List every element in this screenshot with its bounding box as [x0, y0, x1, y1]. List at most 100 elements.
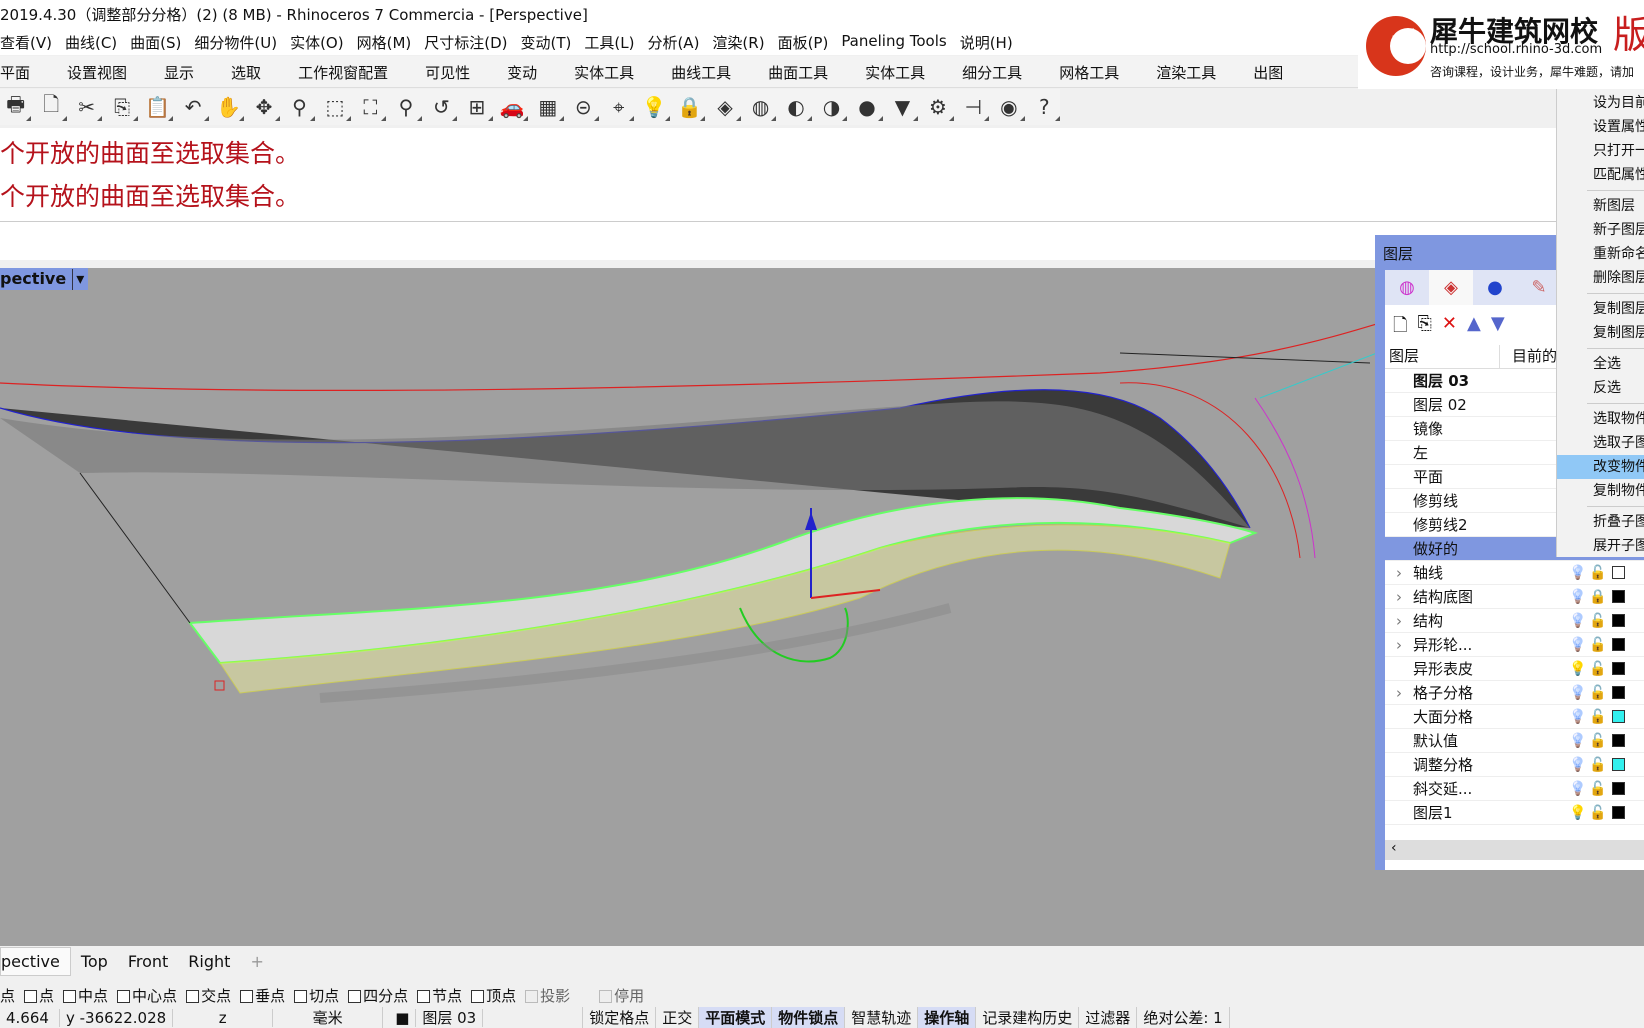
checkbox[interactable]	[599, 989, 613, 1003]
layer-row[interactable]: 大面分格 💡 🔓	[1385, 705, 1644, 729]
osnap-disable[interactable]: 停用	[599, 985, 644, 1006]
light-bulb-icon[interactable]: 💡	[1568, 589, 1588, 605]
layer-color-swatch[interactable]	[1612, 638, 1625, 651]
light-bulb-icon[interactable]: 💡	[1568, 733, 1588, 749]
viewport-name[interactable]: pective	[0, 269, 66, 290]
layers-tab-icon[interactable]: ◈	[1429, 270, 1473, 305]
layer-row[interactable]: 斜交延... 💡 🔓	[1385, 777, 1644, 801]
grid-icon[interactable]: ▦	[532, 93, 564, 121]
context-menu-item[interactable]: 匹配属性	[1557, 163, 1644, 187]
layer-color-swatch[interactable]	[1612, 806, 1625, 819]
lock-closed-icon[interactable]: 🔒	[1588, 589, 1608, 605]
print-icon[interactable]: 🖶	[0, 92, 32, 121]
context-menu-item[interactable]: 重新命名	[1557, 242, 1644, 266]
layer-icon[interactable]: ◈	[709, 93, 742, 121]
checkbox[interactable]	[117, 989, 131, 1003]
toolbar-tab[interactable]: 平面	[0, 62, 30, 87]
menu-item[interactable]: 曲线(C)	[65, 32, 117, 55]
pan-hand-icon[interactable]: ✋	[213, 93, 245, 121]
shaded-sphere-icon[interactable]: ◐	[780, 93, 813, 121]
context-menu-item[interactable]: 只打开一	[1557, 139, 1644, 163]
help-icon[interactable]: ?	[1029, 93, 1061, 121]
wire-sphere-icon[interactable]: ◑	[816, 93, 848, 121]
layer-row[interactable]: › 结构 💡 🔓	[1385, 609, 1644, 633]
gear-icon[interactable]: ⚙	[922, 93, 955, 121]
light-bulb-icon[interactable]: 💡	[1568, 613, 1588, 629]
toolbar-tab[interactable]: 设置视图	[67, 62, 127, 87]
light-bulb-icon[interactable]: 💡	[1568, 685, 1588, 701]
car-icon[interactable]: 🚗	[497, 93, 529, 121]
lock-open-icon[interactable]: 🔓	[1588, 685, 1608, 701]
cone-icon[interactable]: ▼	[887, 93, 919, 121]
layer-color-swatch[interactable]	[1612, 614, 1625, 627]
checkbox[interactable]	[348, 989, 362, 1003]
expand-icon[interactable]: ›	[1385, 564, 1413, 582]
osnap-end-label[interactable]: 点	[0, 985, 15, 1006]
add-viewport-tab-button[interactable]: +	[240, 948, 273, 975]
menu-item[interactable]: 变动(T)	[521, 32, 572, 55]
osnap-2[interactable]: 中心点	[117, 985, 177, 1006]
copy-icon[interactable]: ⎘	[106, 93, 139, 121]
menu-item[interactable]: 渲染(R)	[712, 32, 764, 55]
toolbar-tab[interactable]: 渲染工具	[1156, 62, 1216, 87]
column-current[interactable]: 目前的	[1499, 345, 1557, 368]
status-toggle[interactable]: 平面模式	[699, 1007, 773, 1028]
toolbar-tab[interactable]: 工作视窗配置	[298, 62, 388, 87]
context-menu-item[interactable]: 选取物件	[1557, 407, 1644, 431]
osnap-3[interactable]: 交点	[186, 985, 231, 1006]
menu-item[interactable]: 尺寸标注(D)	[424, 32, 507, 55]
new-sublayer-icon[interactable]: ⎘	[1417, 313, 1431, 337]
layer-row[interactable]: 调整分格 💡 🔓	[1385, 753, 1644, 777]
checkbox[interactable]	[240, 989, 254, 1003]
light-bulb-icon[interactable]: 💡	[1568, 757, 1588, 773]
status-toggle[interactable]: 智慧轨迹	[845, 1007, 919, 1028]
expand-icon[interactable]: ›	[1385, 612, 1413, 630]
toolbar-tab[interactable]: 选取	[231, 62, 261, 87]
checkbox[interactable]	[24, 989, 38, 1003]
toolbar-tab[interactable]: 出图	[1253, 62, 1283, 87]
toolbar-tab[interactable]: 变动	[507, 62, 537, 87]
lock-open-icon[interactable]: 🔓	[1588, 709, 1608, 725]
move-up-icon[interactable]: ▲	[1467, 313, 1481, 337]
viewport-menu-arrow-icon[interactable]: ▾	[72, 269, 84, 290]
zoom-extents-icon[interactable]: ⛶	[355, 93, 387, 121]
layer-color-swatch[interactable]	[1612, 566, 1625, 579]
lock-open-icon[interactable]: 🔓	[1588, 805, 1608, 821]
viewport-tab[interactable]: Front	[118, 948, 178, 975]
osnap-project[interactable]: 投影	[525, 985, 570, 1006]
zoom-selected-icon[interactable]: ⚲	[390, 93, 423, 121]
status-toggle[interactable]: 操作轴	[918, 1007, 977, 1028]
menu-item[interactable]: 工具(L)	[584, 32, 634, 55]
light-bulb-icon[interactable]: 💡	[1568, 781, 1588, 797]
layer-color-swatch[interactable]	[1612, 782, 1625, 795]
context-menu-item[interactable]: 反选	[1557, 376, 1644, 400]
menu-item[interactable]: Paneling Tools	[841, 32, 946, 55]
menu-item[interactable]: 查看(V)	[0, 32, 52, 55]
light-bulb-icon[interactable]: 💡	[1568, 661, 1588, 677]
viewport-title[interactable]: pective ▾	[0, 268, 89, 290]
layer-color-swatch[interactable]	[1612, 590, 1625, 603]
toolbar-tab[interactable]: 实体工具	[574, 62, 634, 87]
color-wheel-tab-icon[interactable]: ◍	[1385, 270, 1429, 305]
menu-item[interactable]: 实体(O)	[290, 32, 344, 55]
menu-item[interactable]: 说明(H)	[960, 32, 1013, 55]
viewport-tab[interactable]: Right	[178, 948, 240, 975]
layer-color-swatch[interactable]	[1612, 734, 1625, 747]
undo-view-icon[interactable]: ↺	[426, 93, 458, 121]
light-bulb-icon[interactable]: 💡	[1568, 709, 1588, 725]
layer-row[interactable]: › 异形轮... 💡 🔓	[1385, 633, 1644, 657]
zoom-icon[interactable]: ⚲	[284, 93, 316, 121]
osnap-0[interactable]: 点	[24, 985, 54, 1006]
menu-item[interactable]: 曲面(S)	[130, 32, 181, 55]
globe-icon[interactable]: ◉	[993, 93, 1026, 121]
context-menu-item[interactable]: 新子图层	[1557, 218, 1644, 242]
new-file-icon[interactable]: 🗋	[35, 92, 68, 121]
column-layer[interactable]: 图层	[1389, 345, 1499, 368]
status-toggle[interactable]: 正交	[656, 1007, 700, 1028]
expand-icon[interactable]: ›	[1385, 684, 1413, 702]
render-tab-icon[interactable]: ●	[1473, 270, 1517, 305]
toolbar-tab[interactable]: 显示	[164, 62, 194, 87]
lock-open-icon[interactable]: 🔓	[1588, 661, 1608, 677]
layer-color-swatch[interactable]	[1612, 710, 1625, 723]
osnap-4[interactable]: 垂点	[240, 985, 285, 1006]
